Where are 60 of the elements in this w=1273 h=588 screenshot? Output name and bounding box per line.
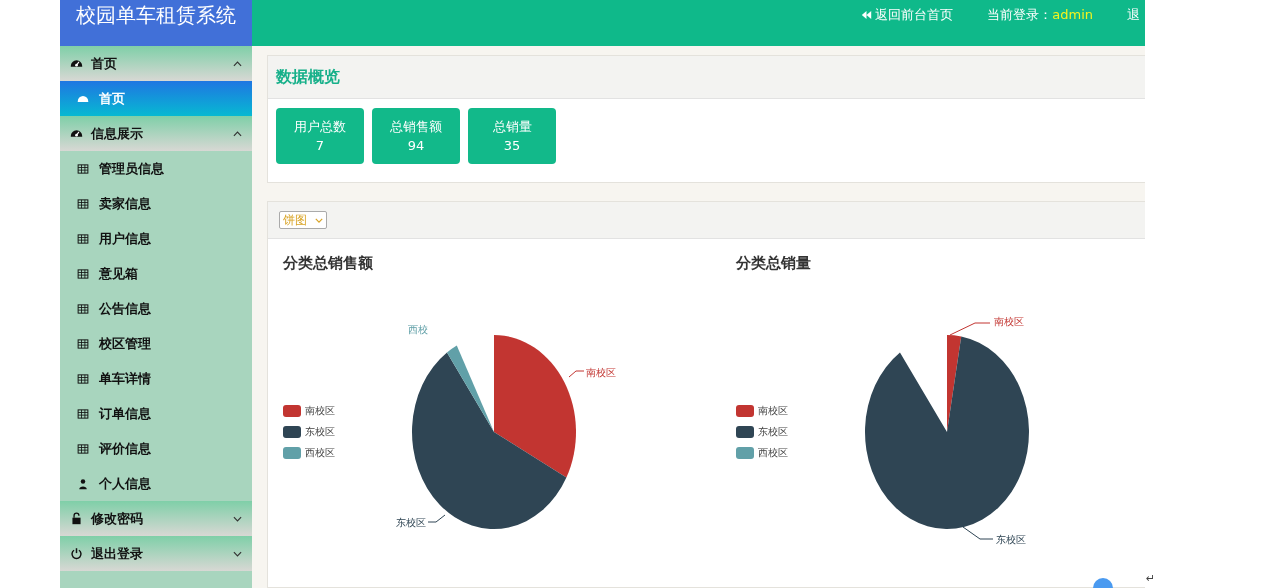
menu-item[interactable]: 校区管理 xyxy=(60,326,252,361)
double-left-icon xyxy=(861,10,873,20)
table-icon xyxy=(77,337,89,350)
legend-item[interactable]: 东校区 xyxy=(283,424,340,439)
leader-line xyxy=(949,322,991,336)
leader-line xyxy=(962,526,994,540)
unlock-icon xyxy=(70,512,83,525)
power-icon xyxy=(70,547,83,560)
login-label: 当前登录： xyxy=(987,6,1053,24)
slice-label: 西校 xyxy=(408,324,428,335)
chevron-down-icon xyxy=(315,217,323,223)
chart-title: 分类总销售额 xyxy=(283,254,374,273)
table-icon xyxy=(77,302,89,315)
table-icon xyxy=(77,197,89,210)
panel-title: 数据概览 xyxy=(276,66,340,88)
slice-label: 南校区 xyxy=(586,367,616,378)
chart-title: 分类总销量 xyxy=(736,254,812,273)
user-icon xyxy=(77,477,89,490)
leader-line xyxy=(568,370,585,378)
table-icon xyxy=(77,162,89,175)
menu-item[interactable]: 评价信息 xyxy=(60,431,252,466)
table-icon xyxy=(77,232,89,245)
pie-slice[interactable] xyxy=(494,335,576,478)
menu-item[interactable]: 订单信息 xyxy=(60,396,252,431)
menu-group[interactable]: 退出登录 xyxy=(60,536,252,571)
gauge-icon xyxy=(70,57,83,70)
stat-label: 总销售额 xyxy=(390,118,442,136)
stat-value: 7 xyxy=(315,137,325,155)
menu-group[interactable]: 信息展示 xyxy=(60,116,252,151)
menu-item[interactable]: 单车详情 xyxy=(60,361,252,396)
stat-value: 94 xyxy=(407,137,425,155)
menu-item[interactable]: 用户信息 xyxy=(60,221,252,256)
stat-label: 总销量 xyxy=(492,118,532,136)
stat-value: 35 xyxy=(503,137,521,155)
leader-line xyxy=(427,514,446,523)
legend-item[interactable]: 西校区 xyxy=(736,445,793,460)
slice-label: 东校区 xyxy=(996,534,1026,545)
menu-item[interactable]: 意见箱 xyxy=(60,256,252,291)
legend-item[interactable]: 西校区 xyxy=(283,445,340,460)
gauge-icon xyxy=(70,127,83,140)
return-mark: ↵ xyxy=(1146,572,1156,585)
pie-slice[interactable] xyxy=(865,336,1029,529)
menu-group[interactable]: 修改密码 xyxy=(60,501,252,536)
username: admin xyxy=(1052,6,1093,24)
table-icon xyxy=(77,372,89,385)
legend-item[interactable]: 南校区 xyxy=(283,403,340,418)
slice-label: 南校区 xyxy=(994,316,1024,327)
stat-label: 用户总数 xyxy=(294,118,346,136)
menu-item[interactable]: 公告信息 xyxy=(60,291,252,326)
table-icon xyxy=(77,267,89,280)
menu-item[interactable]: 个人信息 xyxy=(60,466,252,501)
app-title: 校园单车租赁系统 xyxy=(60,0,252,46)
legend-item[interactable]: 东校区 xyxy=(736,424,793,439)
menu-item[interactable]: 管理员信息 xyxy=(60,151,252,186)
table-icon xyxy=(77,407,89,420)
legend-item[interactable]: 南校区 xyxy=(736,403,793,418)
slice-label: 东校区 xyxy=(396,517,426,528)
menu-group[interactable]: 首页 xyxy=(60,46,252,81)
menu-item[interactable]: 卖家信息 xyxy=(60,186,252,221)
table-icon xyxy=(77,442,89,455)
